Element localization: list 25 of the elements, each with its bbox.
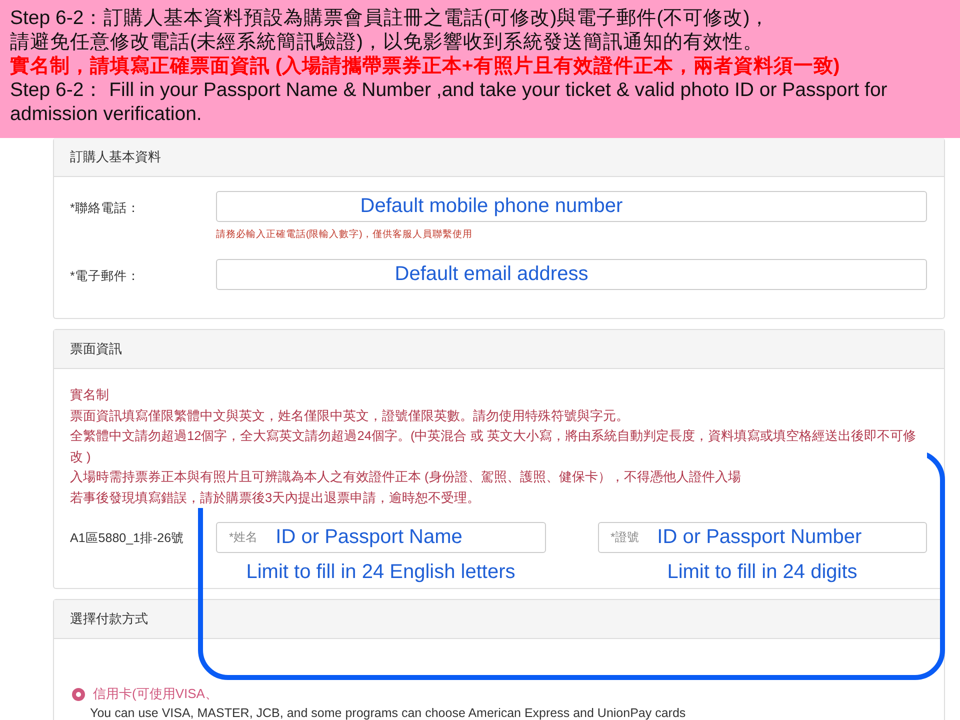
annotation-text: ID or Passport Name <box>276 526 462 549</box>
annotation-text: Limit to fill in 24 digits <box>667 561 858 584</box>
radio-button[interactable] <box>72 688 85 700</box>
annotation-text: Limit to fill in 24 English letters <box>246 561 516 584</box>
panel-title: 訂購人基本資料 <box>54 138 944 177</box>
field-label: *電子郵件： <box>70 268 141 285</box>
input-field[interactable]: *證號 ID or Passport Number <box>598 522 927 553</box>
field-label: *聯絡電話： <box>70 200 141 217</box>
input-field[interactable]: *姓名 ID or Passport Name <box>216 522 546 553</box>
input-field[interactable]: Default email address <box>216 259 927 290</box>
hint-text: 請務必輸入正確電話(限輸入數字)，僅供客服人員聯繫使用 <box>216 228 474 241</box>
instruction-text: Step 6-2：訂購人基本資料預設為購票會員註冊之電話(可修改)與電子郵件(不可修改)， <box>10 6 771 30</box>
instruction-text: Step 6-2： Fill in your Passport Name & Number ,and take your ticket & valid photo ID or Passport for admission verification. <box>10 78 888 126</box>
placeholder-text: *證號 <box>610 529 640 546</box>
notice-text: 全繁體中文請勿超過12個字，全大寫英文請勿超過24個字。(中英混合 或 英文大小寫，將由系統自動判定長度，資料填寫或填空格經送出後即不可修改 ) <box>70 426 927 467</box>
warning-text: 實名制，請填寫正確票面資訊 (入場請攜帶票券正本+有照片且有效證件正本，兩者資料須一致) <box>10 54 841 78</box>
placeholder-text: *姓名 <box>229 529 258 546</box>
panel-title: 票面資訊 <box>54 330 944 369</box>
annotation-text: ID or Passport Number <box>657 526 862 549</box>
instruction-text: 請避免任意修改電話(未經系統簡訊驗證)，以免影響收到系統發送簡訊通知的有效性。 <box>10 30 764 54</box>
input-field[interactable]: Default mobile phone number <box>216 191 927 222</box>
option-label[interactable]: 信用卡(可使用VISA、 <box>93 685 218 703</box>
seat-label: A1區5880_1排-26號 <box>70 530 186 547</box>
notice-text: 入場時需持票券正本與有照片且可辨識為本人之有效證件正本 (身份證、駕照、護照、健保卡），不得憑他人證件入場 <box>70 467 741 488</box>
option-description: You can use VISA, MASTER, JCB, and some programs can choose American Express and UnionPay cards <box>89 706 687 720</box>
